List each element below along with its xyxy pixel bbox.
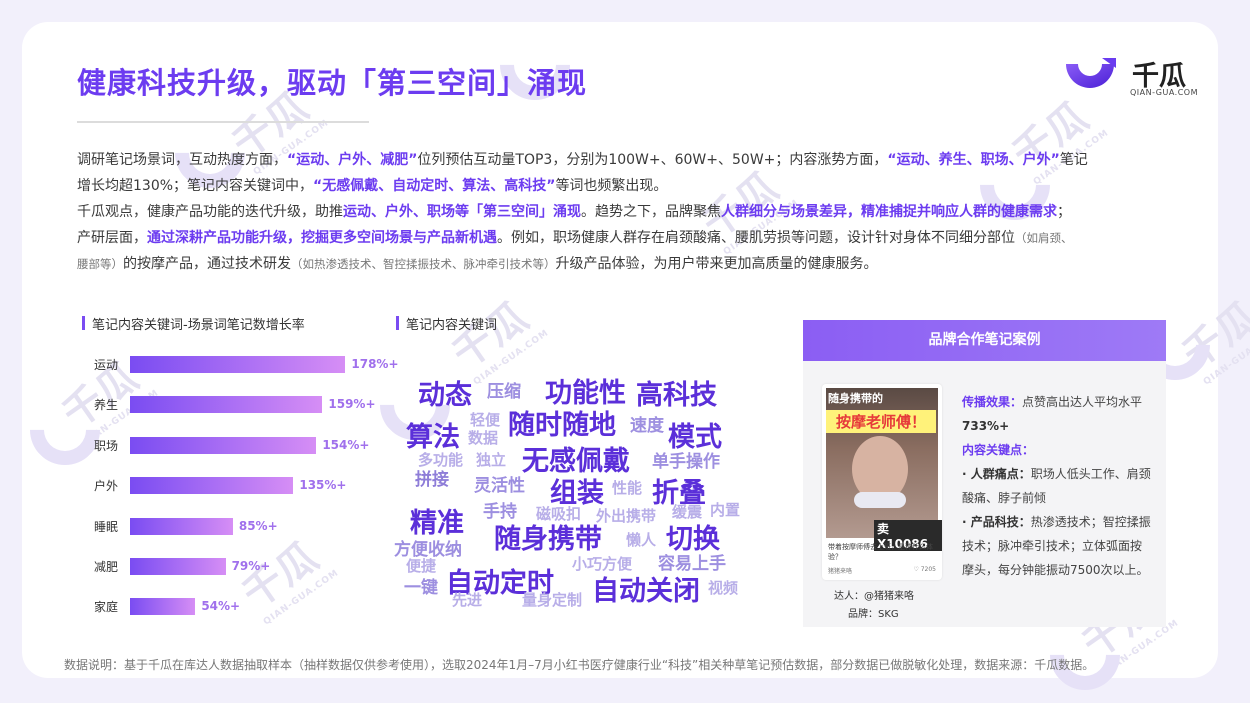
- cloud-word: 性能: [612, 479, 643, 497]
- logo-domain: QIAN-GUA.COM: [1130, 88, 1199, 97]
- cloud-word: 数据: [468, 429, 499, 447]
- cloud-word: 灵活性: [474, 476, 525, 496]
- effect-line: 传播效果：点赞高出达人平均水平733%+: [962, 395, 1143, 433]
- para-line-2: 增长均超130%；笔记内容关键词中，“无感佩戴、自动定时、算法、高科技”等词也频…: [77, 178, 668, 194]
- cloud-word: 动态: [418, 380, 472, 411]
- summary-paragraph: 调研笔记场景词，互动热度方面，“运动、户外、减肥”位列预估互动量TOP3，分别为…: [77, 147, 1192, 277]
- para-line-4: 产研层面，通过深耕产品功能升级，挖掘更多空间场景与产品新机遇。例如，职场健康人群…: [77, 230, 1073, 246]
- bar-category-label: 减肥: [94, 560, 119, 574]
- bar-row: 家庭 54%+: [80, 596, 380, 616]
- bar-row: 运动 178%+: [80, 354, 399, 374]
- bar: [130, 598, 196, 616]
- bar-category-label: 职场: [94, 438, 119, 453]
- note-cover-top-text: 随身携带的: [828, 392, 883, 405]
- cloud-word: 速度: [630, 416, 664, 436]
- cloud-word: 随时随地: [508, 410, 616, 441]
- bar-row: 职场 154%+: [80, 435, 380, 455]
- cloud-word: 量身定制: [522, 591, 583, 609]
- bar: [130, 517, 233, 535]
- bar-row: 减肥 79%+: [80, 556, 380, 576]
- cloud-word: 压缩: [487, 382, 521, 402]
- bar-value-label: 154%+: [322, 437, 370, 452]
- case-note-thumbnail[interactable]: 随身携带的 按摩老师傅！ 卖X10086 带着按摩师傅去上班，是种什么体验？ 猪…: [822, 384, 942, 580]
- neck-massager-shape: [854, 492, 906, 508]
- bar: [130, 436, 317, 454]
- bar-value-label: 85%+: [238, 518, 278, 533]
- bar-value-label: 79%+: [231, 559, 271, 573]
- qiangua-logo-icon: [1066, 58, 1116, 88]
- para-line-3: 千瓜观点，健康产品功能的迭代升级，助推运动、户外、职场等「第三空间」涌现。趋势之…: [77, 204, 1071, 220]
- pain-point-line: · 人群痛点：职场人低头工作、肩颈酸痛、脖子前倾: [962, 467, 1151, 505]
- bar-value-label: 54%+: [201, 599, 241, 614]
- bar-category-label: 运动: [94, 358, 119, 372]
- bar-chart-label: 笔记内容关键词-场景词笔记数增长率: [82, 314, 305, 333]
- case-header: 品牌合作笔记案例: [803, 320, 1166, 361]
- cloud-word: 单手操作: [652, 452, 720, 472]
- title-divider: [77, 121, 369, 123]
- note-caption: 带着按摩师傅去上班，是种什么体验？: [828, 543, 933, 561]
- note-cover-main-text: 按摩老师傅！: [826, 410, 936, 433]
- bar-row: 养生 159%+: [80, 394, 380, 414]
- note-author: 猪猪来咯: [828, 568, 853, 575]
- case-brand: 品牌：SKG: [848, 609, 899, 620]
- page-title: 健康科技升级，驱动「第三空间」涌现: [77, 66, 588, 100]
- cloud-word: 随身携带: [494, 524, 602, 555]
- keypoints-label: 内容关键点：: [962, 443, 1035, 457]
- case-details: 传播效果：点赞高出达人平均水平733%+ 内容关键点： · 人群痛点：职场人低头…: [962, 390, 1152, 582]
- growth-bar-chart: 运动 178%+ 养生 159%+ 职场 154%+ 户外 135%+ 睡眠 85%+ 减肥 79%+…: [80, 350, 399, 630]
- note-likes: ♡ 7205: [913, 566, 936, 573]
- data-note-footer: 数据说明：基于千瓜在库达人数据抽取样本（抽样数据仅供参考使用），选取2024年1…: [64, 658, 1095, 672]
- cloud-word: 先进: [452, 591, 483, 609]
- tech-line: · 产品科技：热渗透技术；智控揉振技术；脉冲牵引技术；立体弧面按摩头，每分钟能振…: [962, 515, 1151, 577]
- cloud-word: 独立: [476, 451, 507, 469]
- bar-category-label: 户外: [94, 479, 119, 494]
- cloud-word: 一键: [404, 578, 438, 598]
- bar: [130, 558, 226, 575]
- cloud-word: 外出携带: [596, 507, 657, 525]
- word-cloud-label: 笔记内容关键词: [396, 314, 497, 333]
- bar-category-label: 睡眠: [94, 519, 119, 534]
- brand-logo: 千瓜 QIAN-GUA.COM: [1062, 54, 1202, 102]
- bar-category-label: 养生: [94, 398, 119, 413]
- cloud-word: 自动关闭: [592, 576, 700, 607]
- keyword-word-cloud: 动态 压缩 功能性 高科技 轻便 随时随地 算法 数据 速度 模式 无感佩戴 多功能 独立 单手操作 拼接灵…: [390, 365, 760, 615]
- cloud-word: 拼接: [415, 470, 449, 490]
- bar-row: 户外 135%+: [80, 475, 380, 495]
- para-line-5: 腰部等）的按摩产品，通过技术研发（如热渗透技术、智控揉振技术、脉冲牵引技术等）升…: [77, 256, 878, 272]
- case-influencer: 达人：@猪猪来咯: [834, 591, 914, 602]
- bar-value-label: 135%+: [299, 478, 347, 493]
- cloud-word: 懒人: [626, 531, 657, 549]
- cloud-word: 视频: [708, 579, 739, 597]
- bar-value-label: 159%+: [328, 397, 376, 412]
- para-line-1: 调研笔记场景词，互动热度方面，“运动、户外、减肥”位列预估互动量TOP3，分别为…: [77, 152, 1088, 168]
- bar: [130, 477, 294, 495]
- bar-category-label: 家庭: [94, 600, 119, 615]
- bar-row: 睡眠 85%+: [80, 516, 380, 536]
- bar: [130, 356, 346, 373]
- bar: [130, 396, 323, 414]
- cloud-word: 高科技: [636, 380, 717, 411]
